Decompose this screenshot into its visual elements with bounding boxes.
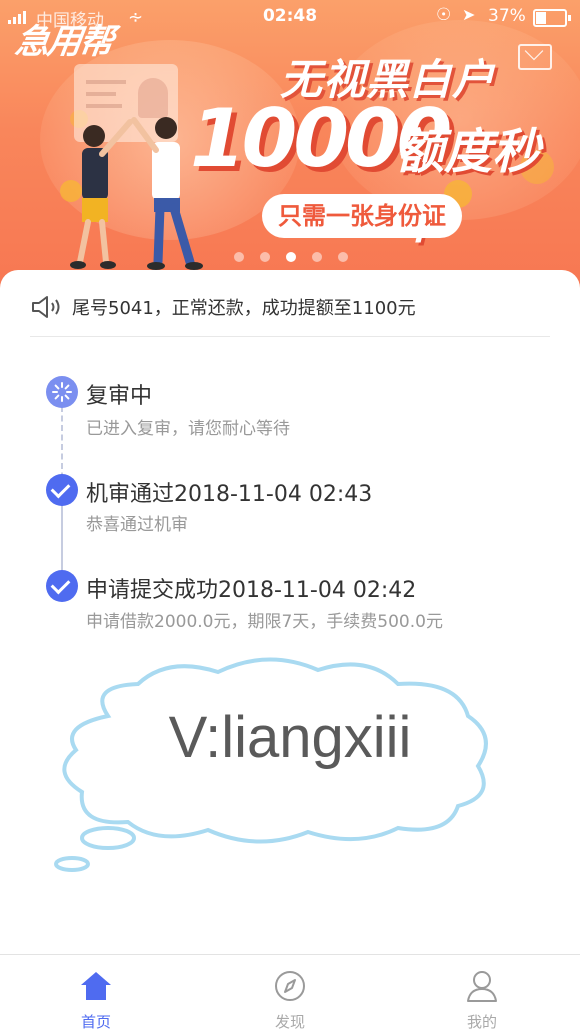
app-logo: 急用帮 [12, 22, 115, 62]
compass-icon [275, 971, 305, 1001]
banner-pill: 只需一张身份证 [262, 194, 462, 238]
location-icon: ➤ [462, 5, 476, 24]
carousel-dot[interactable] [234, 252, 244, 262]
tab-label: 首页 [80, 1013, 111, 1031]
step-title: 机审通过2018-11-04 02:43 [86, 482, 373, 507]
step-title: 申请提交成功2018-11-04 02:42 [86, 578, 417, 603]
watermark-text: V:liangxiii [168, 705, 412, 770]
step-subtitle: 恭喜通过机审 [86, 515, 188, 535]
bottom-tab-bar: 首页 发现 我的 [0, 954, 580, 1033]
carousel-dot-active[interactable] [286, 252, 296, 262]
step-done-check-icon [46, 474, 78, 506]
step-subtitle: 申请借款2000.0元，期限7天，手续费500.0元 [86, 612, 443, 632]
tab-discover[interactable]: 发现 [230, 955, 350, 1033]
tab-label: 我的 [466, 1013, 497, 1031]
step-subtitle: 已进入复审，请您耐心等待 [86, 419, 290, 439]
carousel-dot[interactable] [312, 252, 322, 262]
battery-icon [533, 9, 571, 27]
speaker-icon [32, 296, 60, 318]
carousel-dot[interactable] [260, 252, 270, 262]
step-done-check-icon [46, 570, 78, 602]
rotation-lock-icon: ☉ [436, 5, 452, 25]
mail-icon[interactable] [518, 44, 552, 70]
promo-banner[interactable]: 中国移动 ∻ 02:48 ☉ ➤ 37% 急用帮 无视黑白户 10000 额度秒… [0, 0, 580, 290]
step-title: 复审中 [86, 384, 153, 409]
battery-percent: 37% [488, 6, 526, 26]
tab-home[interactable]: 首页 [36, 955, 156, 1033]
person-icon [467, 971, 497, 1002]
tab-profile[interactable]: 我的 [422, 955, 542, 1033]
home-icon [81, 972, 111, 1000]
notice-bar[interactable]: 尾号5041，正常还款，成功提额至1100元 [30, 288, 550, 337]
step-pending-icon [46, 376, 78, 408]
carousel-dot[interactable] [338, 252, 348, 262]
tab-label: 发现 [274, 1013, 305, 1031]
timeline-connector-solid [61, 500, 63, 578]
notice-text: 尾号5041，正常还款，成功提额至1100元 [72, 298, 416, 319]
